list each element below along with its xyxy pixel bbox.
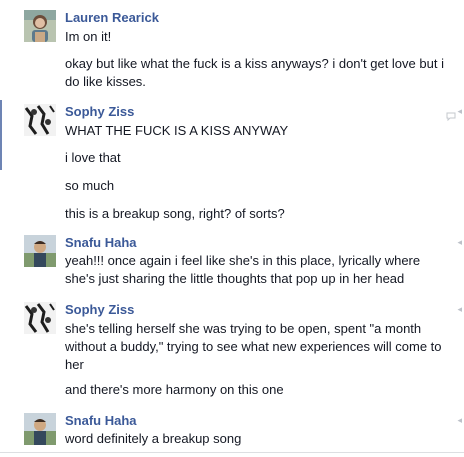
- author-name[interactable]: Snafu Haha: [65, 413, 137, 429]
- message-text: this is a breakup song, right? of sorts?: [65, 206, 285, 221]
- author-name[interactable]: Snafu Haha: [65, 235, 137, 251]
- message-text: WHAT THE FUCK IS A KISS ANYWAY: [65, 123, 289, 138]
- chevron-icon: ◂: [457, 304, 462, 314]
- avatar[interactable]: [24, 104, 56, 136]
- avatar[interactable]: [24, 413, 56, 445]
- message-text: i love that: [65, 150, 121, 165]
- avatar[interactable]: [24, 235, 56, 267]
- author-name[interactable]: Sophy Ziss: [65, 302, 134, 318]
- unread-indicator: [0, 100, 2, 170]
- chevron-icon: ◂: [457, 106, 462, 116]
- message-text: word definitely a breakup song: [65, 431, 242, 446]
- avatar[interactable]: [24, 10, 56, 42]
- message-text: yeah!!! once again i feel like she's in …: [65, 253, 421, 286]
- divider: [0, 452, 464, 453]
- message-text: Im on it!: [65, 29, 112, 44]
- chevron-icon: ◂: [457, 237, 462, 247]
- message-text: she's telling herself she was trying to …: [65, 321, 442, 372]
- message-text: and there's more harmony on this one: [65, 382, 284, 397]
- author-name[interactable]: Lauren Rearick: [65, 10, 159, 26]
- message-text: okay but like what the fuck is a kiss an…: [65, 56, 444, 89]
- author-name[interactable]: Sophy Ziss: [65, 104, 134, 120]
- avatar[interactable]: [24, 302, 56, 334]
- chevron-icon: ◂: [457, 415, 462, 425]
- speech-bubble-icon[interactable]: [446, 108, 456, 122]
- message-text: so much: [65, 178, 115, 193]
